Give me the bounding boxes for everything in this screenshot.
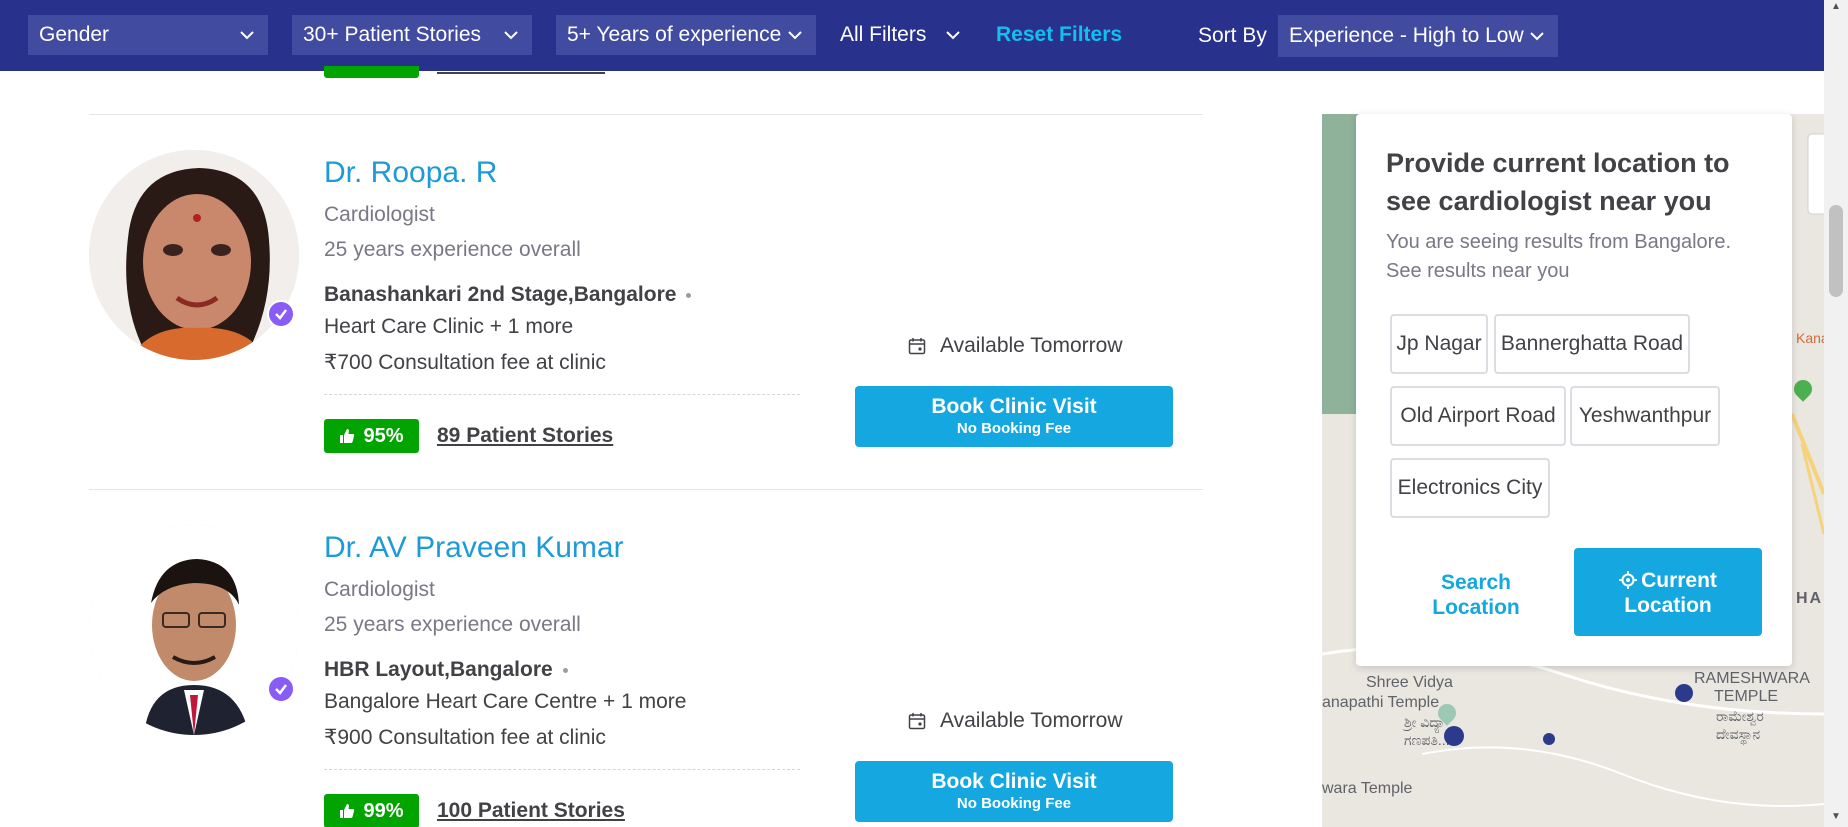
current-location-label: Current Location <box>1624 569 1717 617</box>
doctor-clinic[interactable]: Bangalore Heart Care Centre + 1 more <box>324 690 686 714</box>
chevron-down-icon <box>240 31 254 40</box>
verified-icon <box>267 675 295 703</box>
doctor-avatar <box>89 150 299 360</box>
previous-stories-link[interactable] <box>437 72 605 74</box>
reset-filters-link[interactable]: Reset Filters <box>996 15 1122 55</box>
rating-value: 99% <box>363 799 404 822</box>
doctor-experience: 25 years experience overall <box>324 613 581 636</box>
doctor-photo-icon <box>89 525 299 735</box>
doctor-name-link[interactable]: Dr. AV Praveen Kumar <box>324 531 624 565</box>
rating-badge: 95% <box>324 419 419 453</box>
sort-value: Experience - High to Low <box>1289 24 1524 47</box>
scrollbar-thumb[interactable] <box>1829 205 1843 297</box>
doctor-specialty: Cardiologist <box>324 578 435 601</box>
doctor-experience: 25 years experience overall <box>324 238 581 261</box>
map-label: ದೇವಸ್ಥಾನ <box>1716 726 1761 742</box>
map-marker[interactable] <box>1543 733 1555 745</box>
map-marker[interactable] <box>1444 726 1464 746</box>
map-marker[interactable] <box>1675 684 1693 702</box>
patient-stories-filter-dropdown[interactable]: 30+ Patient Stories <box>292 15 532 55</box>
all-filters-label: All Filters <box>840 23 927 46</box>
book-clinic-visit-button[interactable]: Book Clinic Visit No Booking Fee <box>855 761 1173 822</box>
doctor-location[interactable]: HBR Layout,Bangalore <box>324 658 568 682</box>
crosshair-icon <box>1619 571 1638 589</box>
scrollbar[interactable] <box>1824 0 1848 827</box>
divider <box>89 114 1203 115</box>
doctor-specialty: Cardiologist <box>324 203 435 226</box>
availability: Available Tomorrow <box>908 334 1122 358</box>
doctor-location[interactable]: Banashankari 2nd Stage,Bangalore <box>324 283 692 307</box>
book-button-label: Book Clinic Visit <box>931 770 1097 793</box>
experience-filter-dropdown[interactable]: 5+ Years of experience <box>556 15 816 55</box>
patient-stories-link[interactable]: 89 Patient Stories <box>437 424 613 448</box>
gender-filter-label: Gender <box>39 23 110 46</box>
location-chip-yeshwanthpur[interactable]: Yeshwanthpur <box>1570 386 1720 446</box>
availability-text: Available Tomorrow <box>940 334 1123 357</box>
book-button-sublabel: No Booking Fee <box>956 795 1072 812</box>
book-button-sublabel: No Booking Fee <box>956 420 1072 437</box>
doctor-location-text: HBR Layout,Bangalore <box>324 658 553 681</box>
scroll-up-icon[interactable]: ▲ <box>1829 2 1843 12</box>
chevron-down-icon <box>788 31 802 40</box>
location-popup: Provide current location to see cardiolo… <box>1356 114 1792 666</box>
map-label: ಗಣಪತಿ... <box>1404 732 1450 748</box>
sort-by-label: Sort By <box>1198 24 1267 47</box>
chevron-down-icon <box>946 31 960 40</box>
location-chip-old-airport-road[interactable]: Old Airport Road <box>1390 386 1566 446</box>
doctor-fee: ₹700 Consultation fee at clinic <box>324 351 606 374</box>
doctor-name-link[interactable]: Dr. Roopa. R <box>324 156 497 190</box>
divider <box>324 769 800 770</box>
doctor-fee: ₹900 Consultation fee at clinic <box>324 726 606 749</box>
thumbs-up-icon <box>340 804 355 818</box>
location-chip-jp-nagar[interactable]: Jp Nagar <box>1390 314 1488 374</box>
current-location-button[interactable]: Current Location <box>1574 548 1762 636</box>
rating-value: 95% <box>363 424 404 447</box>
rating-badge: 99% <box>324 794 419 827</box>
doctor-clinic[interactable]: Heart Care Clinic + 1 more <box>324 315 573 339</box>
location-chip-electronics-city[interactable]: Electronics City <box>1390 458 1550 518</box>
doctor-photo-icon <box>89 150 299 360</box>
page-root: Gender 30+ Patient Stories 5+ Years of e… <box>0 0 1848 827</box>
separator-dot <box>562 667 568 673</box>
popup-subtitle: You are seeing results from Bangalore. S… <box>1386 231 1732 282</box>
availability: Available Tomorrow <box>908 709 1122 733</box>
map-label: ಶ್ರೀ ವಿದ್ಯಾ <box>1404 714 1446 730</box>
filter-bar: Gender 30+ Patient Stories 5+ Years of e… <box>0 0 1824 71</box>
experience-filter-label: 5+ Years of experience <box>567 23 782 46</box>
map-label: RAMESHWARA <box>1694 670 1810 687</box>
book-button-label: Book Clinic Visit <box>931 395 1097 418</box>
map-label: ರಾಮೇಶ್ವರ <box>1716 708 1764 724</box>
sort-dropdown[interactable]: Experience - High to Low <box>1278 15 1558 57</box>
gender-filter-dropdown[interactable]: Gender <box>28 15 268 55</box>
availability-text: Available Tomorrow <box>940 709 1123 732</box>
book-clinic-visit-button[interactable]: Book Clinic Visit No Booking Fee <box>855 386 1173 447</box>
divider <box>324 394 800 395</box>
calendar-icon <box>908 338 926 355</box>
previous-rating-badge <box>324 66 419 78</box>
calendar-icon <box>908 713 926 730</box>
all-filters-dropdown[interactable]: All Filters <box>840 15 960 55</box>
verified-icon <box>267 300 295 328</box>
map-label: anapathi Temple <box>1322 694 1440 711</box>
scroll-down-icon[interactable]: ▼ <box>1829 812 1843 822</box>
popup-title: Provide current location to see cardiolo… <box>1386 148 1730 216</box>
chevron-down-icon <box>504 31 518 40</box>
map-label: Shree Vidya <box>1366 674 1453 691</box>
patient-stories-link[interactable]: 100 Patient Stories <box>437 799 625 823</box>
doctor-location-text: Banashankari 2nd Stage,Bangalore <box>324 283 677 306</box>
separator-dot <box>686 292 692 298</box>
doctor-avatar <box>89 525 299 735</box>
map-label: TEMPLE <box>1714 688 1779 705</box>
map-label: wara Temple <box>1322 780 1413 797</box>
map-label: HA <box>1796 590 1824 607</box>
search-location-link[interactable]: Search Location <box>1416 570 1536 620</box>
thumbs-up-icon <box>340 429 355 443</box>
patient-stories-filter-label: 30+ Patient Stories <box>303 23 482 46</box>
location-chip-bannerghatta-road[interactable]: Bannerghatta Road <box>1494 314 1690 374</box>
divider <box>89 489 1203 490</box>
chevron-down-icon <box>1530 32 1544 41</box>
map-label: Kana <box>1796 330 1824 346</box>
